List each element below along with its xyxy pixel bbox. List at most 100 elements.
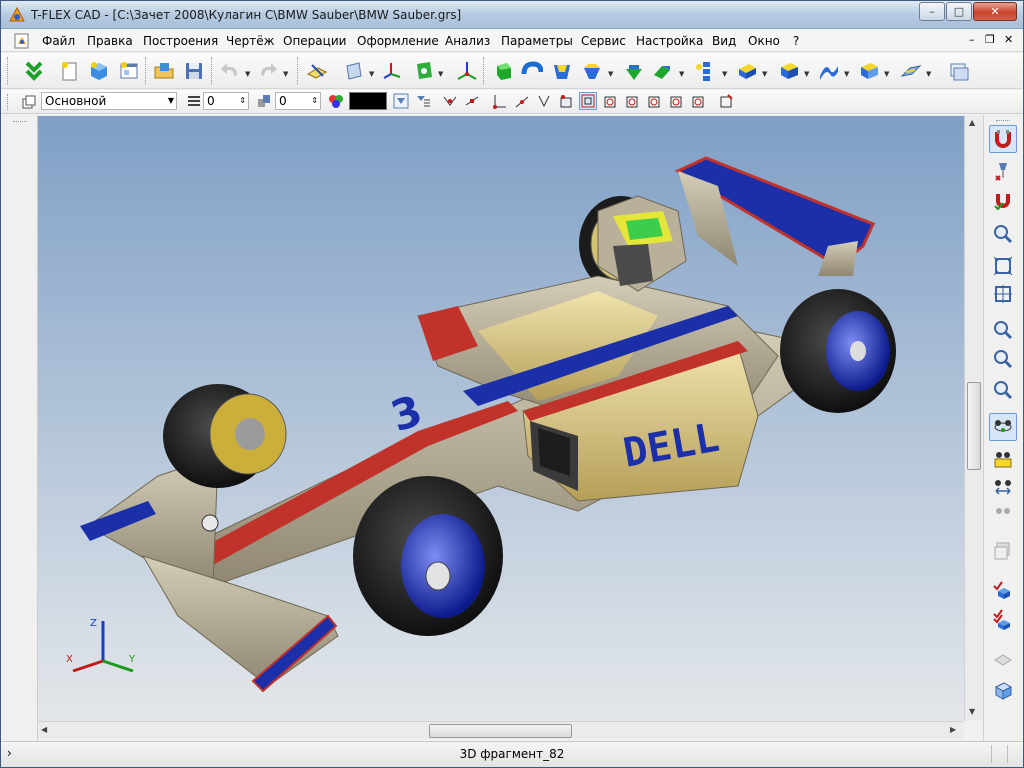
select-loop-icon[interactable] (667, 92, 685, 110)
array-icon[interactable] (693, 58, 719, 84)
snap-midpoint-icon[interactable] (513, 92, 531, 110)
3d-path-icon[interactable] (454, 58, 480, 84)
vertical-scrollbar[interactable]: ▲ ▼ (964, 116, 982, 721)
chevron-down-icon[interactable]: ▼ (679, 70, 684, 78)
mdi-close-button[interactable]: ✕ (1004, 33, 1013, 46)
redo-icon[interactable] (255, 58, 281, 84)
toolbar-grip[interactable] (7, 57, 10, 85)
box-view-icon[interactable] (989, 677, 1017, 705)
dock-grip[interactable] (13, 121, 27, 122)
rotation-icon[interactable] (519, 58, 545, 84)
open-file-icon[interactable] (151, 58, 177, 84)
check-body-icon[interactable] (989, 575, 1017, 603)
menu-edit[interactable]: Правка (87, 34, 133, 48)
new-3d-model-icon[interactable] (86, 58, 112, 84)
menu-operations[interactable]: Операции (283, 34, 346, 48)
new-document-icon[interactable] (56, 58, 82, 84)
zoom-extents-icon[interactable] (989, 280, 1017, 308)
scroll-left-icon[interactable]: ◀ (41, 725, 47, 734)
chevron-down-icon[interactable]: ▼ (884, 70, 889, 78)
scroll-up-icon[interactable]: ▲ (969, 118, 975, 127)
menu-file[interactable]: Файл (42, 34, 75, 48)
pan-icon[interactable] (989, 445, 1017, 473)
select-all-icon[interactable] (717, 92, 735, 110)
chevron-down-icon[interactable]: ▼ (762, 70, 767, 78)
menu-parameters[interactable]: Параметры (501, 34, 573, 48)
chevron-down-icon[interactable]: ▼ (844, 70, 849, 78)
section-plane-icon[interactable] (989, 645, 1017, 673)
spin-arrows-icon[interactable]: ⇕ (311, 93, 318, 109)
extrusion-icon[interactable] (491, 58, 517, 84)
undo-icon[interactable] (217, 58, 243, 84)
sweep-icon[interactable] (579, 58, 605, 84)
menu-service[interactable]: Сервис (581, 34, 626, 48)
zoom-window-icon[interactable] (989, 220, 1017, 248)
filter-icon[interactable] (392, 92, 410, 110)
horizontal-scroll-thumb[interactable] (429, 724, 572, 738)
menu-help[interactable]: ? (793, 34, 799, 48)
tflex-app-icon[interactable] (9, 7, 25, 23)
menu-drawing[interactable]: Чертёж (226, 34, 274, 48)
chevron-down-icon[interactable]: ▼ (245, 70, 250, 78)
snap-vertex-icon[interactable] (491, 92, 509, 110)
sketch-icon[interactable] (304, 58, 330, 84)
chevron-down-icon[interactable]: ▼ (722, 70, 727, 78)
save-icon[interactable] (181, 58, 207, 84)
mdi-restore-button[interactable]: ❐ (985, 33, 995, 46)
rotate-view-icon[interactable] (989, 473, 1017, 501)
loft-icon[interactable] (549, 58, 575, 84)
vertical-scroll-thumb[interactable] (967, 382, 981, 470)
select-edge-icon[interactable] (645, 92, 663, 110)
fly-icon[interactable] (989, 499, 1017, 527)
toolbar-grip[interactable] (996, 120, 1010, 121)
chevron-down-icon[interactable]: ▼ (926, 70, 931, 78)
snap-magnet-icon[interactable] (989, 125, 1017, 153)
menu-settings[interactable]: Настройка (636, 34, 703, 48)
menu-analysis[interactable]: Анализ (445, 34, 490, 48)
zoom-in-icon[interactable] (989, 316, 1017, 344)
chevron-down-icon[interactable]: ▼ (804, 70, 809, 78)
copy-view-icon[interactable] (989, 537, 1017, 565)
mdi-minimize-button[interactable]: – (969, 33, 975, 46)
level-stepper[interactable]: 0 ⇕ (203, 92, 249, 110)
snap-grid-icon[interactable] (579, 92, 597, 110)
spin-arrows-icon[interactable]: ⇕ (239, 93, 246, 109)
menu-construct[interactable]: Построения (143, 34, 218, 48)
horizontal-scrollbar[interactable]: ◀ ▶ (38, 721, 964, 739)
close-button[interactable]: ✕ (973, 2, 1017, 21)
snap-center-icon[interactable] (535, 92, 553, 110)
select-face-icon[interactable] (623, 92, 641, 110)
chamfer-icon[interactable] (776, 58, 802, 84)
zoom-fit-icon[interactable] (989, 252, 1017, 280)
chevron-down-icon[interactable]: ▼ (283, 70, 288, 78)
3d-node-icon[interactable] (411, 58, 437, 84)
layer-select[interactable]: Основной ▼ (41, 92, 177, 110)
zoom-previous-icon[interactable] (989, 376, 1017, 404)
magnet-off-icon[interactable] (989, 157, 1017, 185)
filter-list-icon[interactable] (414, 92, 432, 110)
color-swatch[interactable] (349, 92, 387, 110)
scroll-right-icon[interactable]: ▶ (950, 725, 956, 734)
new-drawing-icon[interactable] (116, 58, 142, 84)
snap-node-icon[interactable] (441, 92, 459, 110)
minimize-button[interactable]: – (919, 2, 945, 21)
snap-edge-icon[interactable] (463, 92, 481, 110)
maximize-button[interactable]: □ (946, 2, 972, 21)
workplane-icon[interactable] (341, 58, 367, 84)
check-all-icon[interactable] (989, 605, 1017, 633)
3d-viewport[interactable]: 3 DELL Z X Y (38, 116, 964, 721)
sheet-metal-icon[interactable] (898, 58, 924, 84)
expand-icon[interactable] (21, 58, 47, 84)
chevron-down-icon[interactable]: ▼ (608, 70, 613, 78)
chevron-down-icon[interactable]: ▼ (438, 70, 443, 78)
shell-icon[interactable] (856, 58, 882, 84)
toolbar-grip[interactable] (7, 94, 10, 110)
orbit-icon[interactable] (989, 413, 1017, 441)
document-icon[interactable] (13, 33, 31, 49)
magnet-check-icon[interactable] (989, 187, 1017, 215)
select-body-icon[interactable] (601, 92, 619, 110)
select-vertex-icon[interactable] (689, 92, 707, 110)
chevron-down-icon[interactable]: ▼ (369, 70, 374, 78)
zoom-out-icon[interactable] (989, 345, 1017, 373)
smooth-icon[interactable] (649, 58, 675, 84)
